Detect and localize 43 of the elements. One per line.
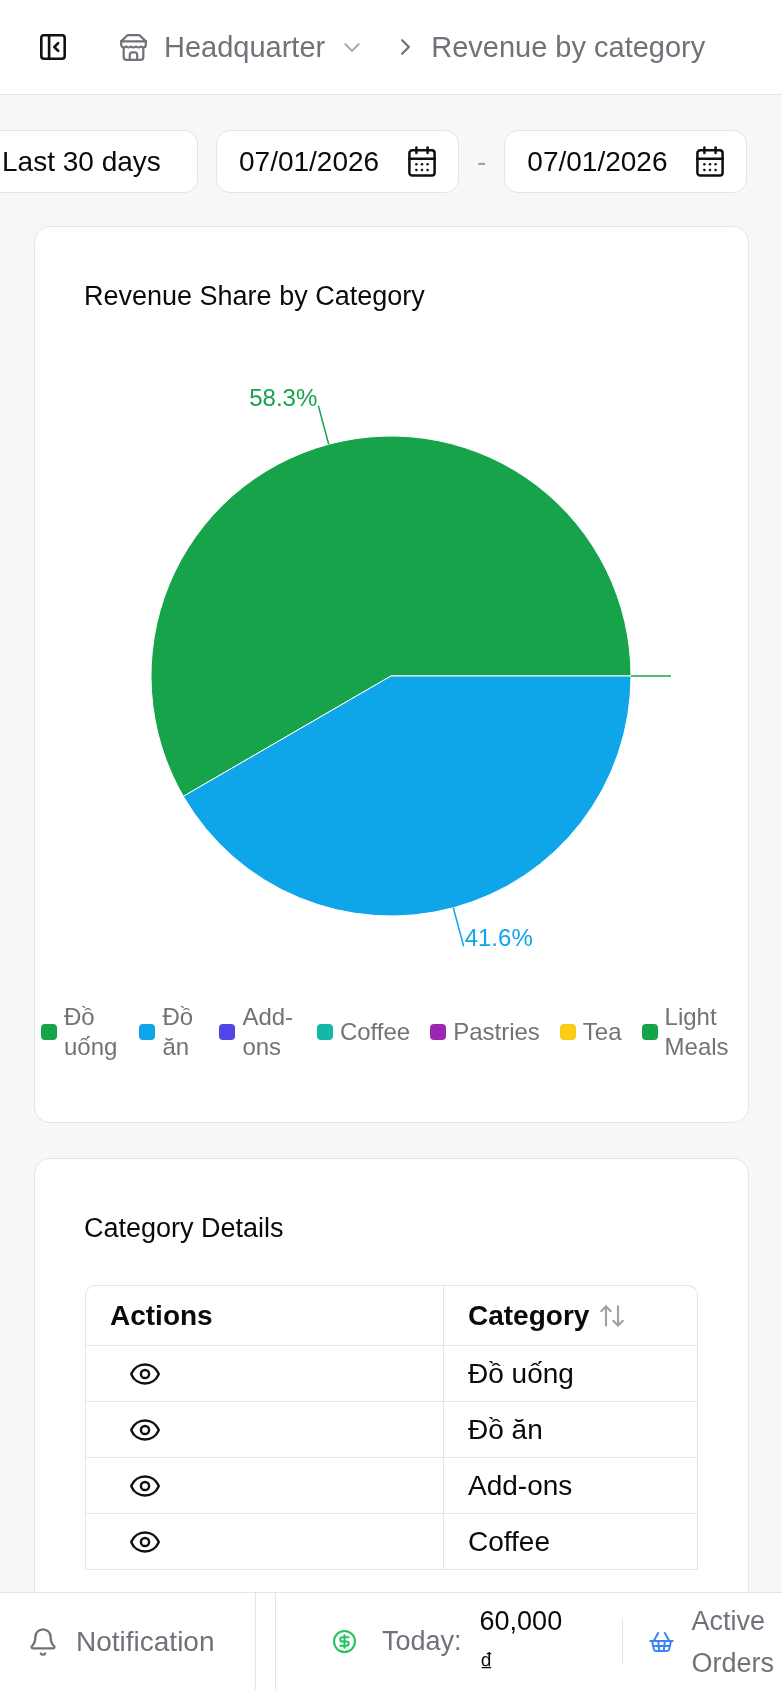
legend-label: Tea [582, 1017, 622, 1047]
legend-label: Add-ons [242, 1002, 295, 1062]
legend-label: Light Meals [664, 1002, 730, 1062]
column-header: Actions [86, 1286, 444, 1345]
date-range-button[interactable]: Last 30 days [0, 130, 198, 193]
eye-icon[interactable] [130, 1474, 160, 1497]
chevron-right-icon [401, 39, 411, 55]
legend-label: Coffee [339, 1017, 411, 1047]
dollar-icon [333, 1630, 356, 1653]
active-orders-button[interactable]: Active Orders [648, 1599, 775, 1684]
table-cell-text: Add-ons [467, 1468, 574, 1503]
basket-icon [648, 1631, 674, 1652]
calendar-icon [408, 146, 436, 177]
leader-line [452, 907, 465, 948]
range-separator: - [477, 145, 487, 178]
store-icon [120, 33, 147, 61]
card-title: Category Details [83, 1212, 285, 1245]
eye-icon[interactable] [130, 1362, 160, 1385]
today-label: Today: [382, 1626, 462, 1657]
eye-icon[interactable] [130, 1530, 160, 1553]
breadcrumb-current: Revenue by category [431, 30, 706, 65]
table-cell-text: Đồ uống [467, 1356, 575, 1391]
leader-line [630, 675, 672, 677]
leader-line [317, 404, 330, 445]
store-selector[interactable]: Headquarter [120, 27, 361, 67]
notification-button[interactable]: Notification [0, 1593, 256, 1690]
eye-icon[interactable] [130, 1418, 160, 1441]
card-title: Revenue Share by Category [83, 280, 426, 313]
bell-icon [30, 1627, 56, 1656]
legend-label: Đồ uống [64, 1002, 119, 1062]
calendar-icon [696, 146, 725, 177]
sidebar-icon[interactable] [40, 34, 66, 60]
data-label: 41.6% [464, 924, 533, 952]
legend-label: Pastries [453, 1017, 540, 1047]
data-label: 58.3% [249, 383, 318, 411]
today-revenue: 60,000 ₫ [479, 1604, 564, 1680]
legend-label: Đồ ăn [162, 1002, 195, 1062]
date-field[interactable]: 07/01/2026 [216, 130, 459, 193]
table-cell-text: Coffee [467, 1524, 551, 1559]
table-cell-text: Đồ ăn [467, 1412, 544, 1447]
chevron-down-icon [344, 42, 361, 52]
column-header[interactable]: Category [444, 1286, 697, 1345]
date-field[interactable]: 07/01/2026 [504, 130, 748, 193]
